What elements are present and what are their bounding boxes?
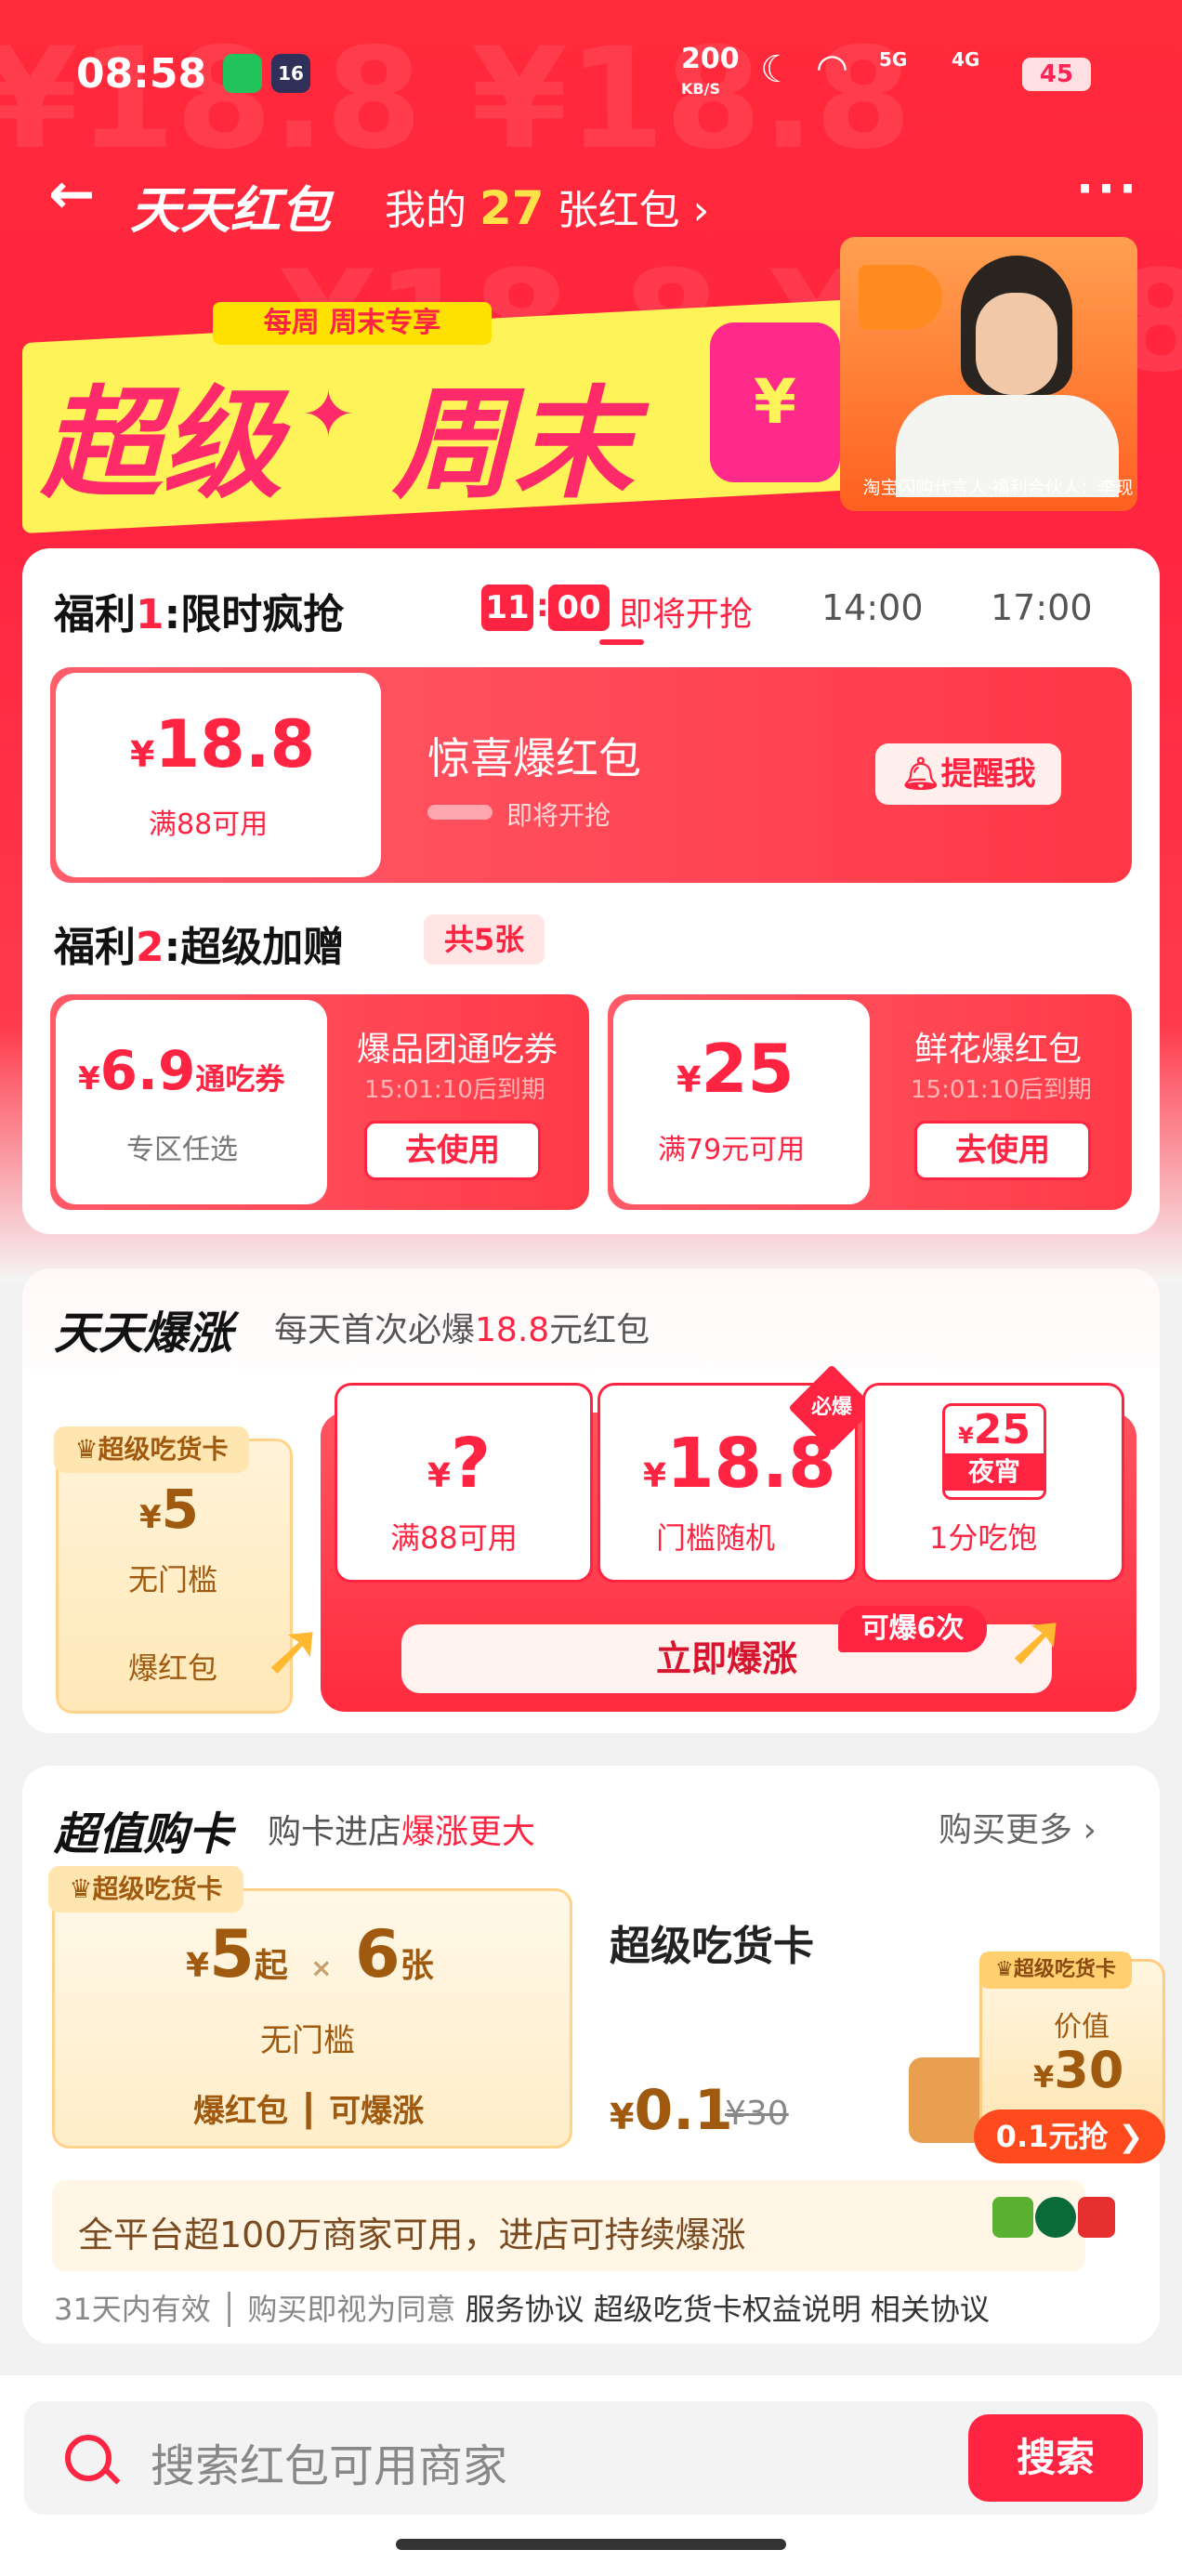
bonus-coupon-2-name: 鲜花爆红包 xyxy=(914,1031,1083,1069)
card-original-price: ¥30 xyxy=(725,2095,789,2133)
nav-bar: ← 天天红包 我的 27 张红包 › ··· xyxy=(0,149,1182,251)
search-button[interactable]: 搜索 xyxy=(968,2414,1143,2502)
time-slot-minute[interactable]: 00 xyxy=(548,585,610,631)
bonus-coupon-1-name: 爆品团通吃券 xyxy=(357,1031,558,1069)
signal-4g-icon: 4G xyxy=(952,48,980,71)
bonus-coupon-2-amount: ¥25 xyxy=(676,1030,795,1108)
boost-count-badge: 可爆6次 xyxy=(838,1606,987,1652)
bonus-coupon-1-cond: 专区任选 xyxy=(126,1134,238,1166)
foodie-card-cond: 无门槛 xyxy=(260,2022,355,2059)
home-indicator xyxy=(396,2539,786,2550)
time-slot-hour[interactable]: 11 xyxy=(481,585,533,631)
super-weekend-banner[interactable]: 每周 周末专享 超级 ✦ 周末 ¥ 淘宝闪购代言人·福利合伙人：李现 xyxy=(22,237,1156,534)
crown-icon: ♛ xyxy=(74,1434,98,1465)
bonus-coupon-1-left xyxy=(56,1000,327,1204)
merchant-logo-3 xyxy=(1078,2197,1115,2238)
boost-option-3-cond: 1分吃饱 xyxy=(929,1520,1038,1556)
foodie-tag: ♛超级吃货卡 xyxy=(54,1426,249,1473)
bonus-coupon-1-amount: ¥6.9通吃券 xyxy=(78,1039,285,1102)
wifi-icon: ◠ xyxy=(816,46,848,89)
time-colon: : xyxy=(536,587,549,624)
use-button-2[interactable]: 去使用 xyxy=(914,1121,1091,1180)
terms-line: 31天内有效 │ 购买即视为同意 服务协议 超级吃货卡权益说明 相关协议 xyxy=(54,2292,990,2327)
card-price: ¥0.1 xyxy=(610,2078,733,2143)
flash-coupon-name: 惊喜爆红包 xyxy=(427,733,641,783)
merchant-logo-1 xyxy=(992,2197,1033,2238)
up-arrow-icon: ➚ xyxy=(262,1606,325,1692)
sparkle-icon: ✦ xyxy=(301,376,356,453)
night-snack-coupon: ¥25 夜宵 xyxy=(942,1403,1046,1500)
progress-bar xyxy=(427,805,492,820)
foodie-card-offer: ¥5起 × 6张 xyxy=(186,1916,434,1992)
floating-card-label: 价值 xyxy=(1054,2011,1110,2044)
boost-option-2-amount: ¥18.8 xyxy=(643,1424,836,1504)
time-slot-14[interactable]: 14:00 xyxy=(821,587,924,628)
boost-option-1-cond: 满88可用 xyxy=(390,1520,518,1556)
benefit2-title: 福利2:超级加赠 xyxy=(54,924,345,971)
related-agreement-link[interactable]: 相关协议 xyxy=(871,2292,990,2327)
bonus-coupon-2-cond: 满79元可用 xyxy=(658,1134,806,1166)
banner-caption: 淘宝闪购代言人·福利合伙人：李现 xyxy=(862,478,1134,498)
bonus-coupon-2-expire: 15:01:10后到期 xyxy=(911,1076,1092,1104)
card-subtitle: 购卡进店爆涨更大 xyxy=(268,1813,536,1851)
daily-subtitle: 每天首次必爆18.8元红包 xyxy=(274,1311,650,1349)
time-slot-17[interactable]: 17:00 xyxy=(991,587,1093,628)
spokesperson-photo xyxy=(840,237,1137,511)
foodie-amount: ¥5 xyxy=(139,1478,200,1541)
time-slot-status: 即将开抢 xyxy=(619,596,754,634)
up-arrow-icon-2: ➚ xyxy=(1005,1597,1069,1683)
floating-card-value: ¥30 xyxy=(1033,2041,1124,2099)
service-agreement-link[interactable]: 服务协议 xyxy=(466,2292,584,2327)
search-input[interactable]: 搜索红包可用商家 xyxy=(151,2429,507,2494)
foodie-card-tag: ♛超级吃货卡 xyxy=(48,1866,243,1912)
my-redpacket-link[interactable]: 我的 27 张红包 › xyxy=(385,177,709,236)
use-button-1[interactable]: 去使用 xyxy=(364,1121,541,1180)
benefit2-count-badge: 共5张 xyxy=(424,914,545,965)
app-badge-icon: 16 xyxy=(271,54,310,93)
flash-coupon-amount: ¥18.8 xyxy=(130,706,316,782)
bonus-coupon-1-expire: 15:01:10后到期 xyxy=(364,1076,545,1104)
grab-card-button[interactable]: 0.1元抢 ❯ xyxy=(974,2109,1165,2163)
boost-option-2-cond: 门槛随机 xyxy=(656,1520,776,1556)
card-name: 超级吃货卡 xyxy=(610,1923,814,1970)
page-title: 天天红包 xyxy=(130,181,331,240)
net-speed: 200 KB/S xyxy=(681,43,740,99)
bell-icon: 🔔︎ xyxy=(900,756,941,793)
back-arrow-icon[interactable]: ← xyxy=(48,162,95,227)
status-bar: 08:58 16 200 KB/S ☾ ◠ 5G 4G 45 xyxy=(0,41,1182,115)
more-icon[interactable]: ··· xyxy=(1076,162,1140,216)
crown-icon: ♛ xyxy=(69,1873,93,1904)
boost-option-1-amount: ¥? xyxy=(427,1424,491,1504)
remind-me-button[interactable]: 🔔︎提醒我 xyxy=(875,743,1061,805)
redpacket-icon: ¥ xyxy=(710,322,840,482)
banner-tag: 每周 周末专享 xyxy=(213,302,492,345)
battery-icon: 45 xyxy=(1022,58,1091,91)
clock: 08:58 xyxy=(76,50,207,98)
banner-title-a: 超级 xyxy=(41,374,283,515)
foodie-name: 爆红包 xyxy=(128,1650,218,1686)
merchant-logo-2 xyxy=(1035,2197,1076,2238)
flash-coupon-cond: 满88可用 xyxy=(149,808,269,841)
daily-title: 天天爆涨 xyxy=(54,1308,233,1360)
foodie-card-features: 爆红包 ┃ 可爆涨 xyxy=(193,2093,425,2130)
card-rights-link[interactable]: 超级吃货卡权益说明 xyxy=(594,2292,861,2327)
search-icon xyxy=(65,2435,112,2481)
floating-card-tag: ♛超级吃货卡 xyxy=(979,1952,1132,1989)
tab-indicator xyxy=(599,639,644,645)
card-title: 超值购卡 xyxy=(54,1808,233,1860)
foodie-cond: 无门槛 xyxy=(128,1562,218,1597)
moon-icon: ☾ xyxy=(760,48,794,91)
flash-coupon-status: 即将开抢 xyxy=(506,800,611,831)
buy-more-link[interactable]: 购买更多 › xyxy=(939,1803,1097,1851)
notice-text: 全平台超100万商家可用，进店可持续爆涨 xyxy=(78,2215,746,2255)
signal-5g-icon: 5G xyxy=(879,48,908,71)
crown-icon: ♛ xyxy=(995,1958,1014,1981)
banner-title-b: 周末 xyxy=(392,374,635,515)
wechat-icon xyxy=(223,54,262,93)
benefit1-title: 福利1:限时疯抢 xyxy=(54,591,345,638)
